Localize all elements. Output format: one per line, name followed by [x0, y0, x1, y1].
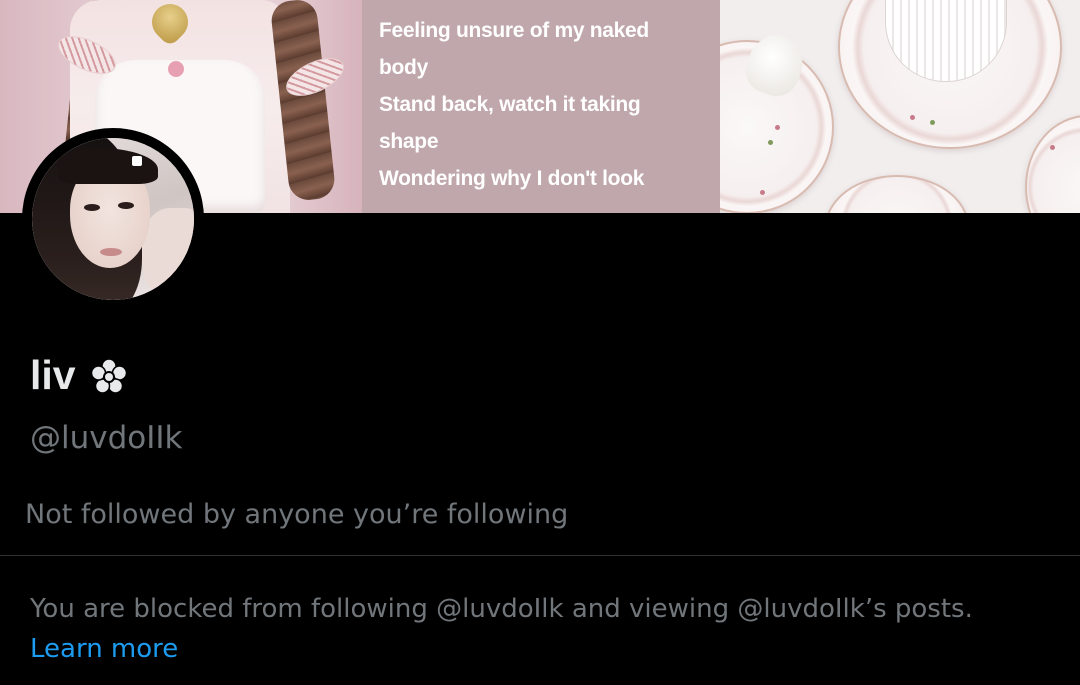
- avatar-eye: [118, 202, 134, 209]
- hair-clip-icon: [132, 156, 142, 166]
- display-name-text: liv: [30, 352, 76, 398]
- lyrics-line: body: [379, 56, 428, 79]
- user-handle: @luvdoIIk: [30, 420, 183, 456]
- floral-speck: [910, 115, 915, 120]
- lyrics-line: Wondering why I don't look: [379, 167, 645, 190]
- banner-teacups-photo: [720, 0, 1080, 213]
- avatar-eye: [84, 204, 100, 211]
- white-flower-icon: [90, 356, 128, 394]
- learn-more-link[interactable]: Learn more: [30, 629, 178, 669]
- rose-icon: [168, 61, 184, 77]
- avatar-hand: [142, 208, 194, 298]
- avatar-lips: [100, 248, 122, 256]
- banner-lyrics-panel: Feeling unsure of my naked body Stand ba…: [362, 0, 720, 213]
- floral-speck: [930, 120, 935, 125]
- followers-you-know[interactable]: Not followed by anyone you’re following: [25, 497, 568, 533]
- lyrics-line: Feeling unsure of my naked: [379, 19, 649, 42]
- saucer-plate: [1025, 115, 1080, 213]
- blocked-notice: You are blocked from following @luvdoIlk…: [30, 594, 973, 624]
- floral-speck: [1050, 145, 1055, 150]
- lyrics-line: shape: [379, 130, 439, 153]
- display-name: liv: [30, 349, 128, 401]
- floral-speck: [775, 125, 780, 130]
- lyrics-line: Stand back, watch it taking: [379, 93, 641, 116]
- floral-speck: [768, 140, 773, 145]
- saucer-plate: [825, 175, 969, 213]
- floral-speck: [760, 190, 765, 195]
- avatar-photo: [32, 138, 194, 300]
- avatar[interactable]: [22, 128, 204, 310]
- divider: [0, 555, 1080, 556]
